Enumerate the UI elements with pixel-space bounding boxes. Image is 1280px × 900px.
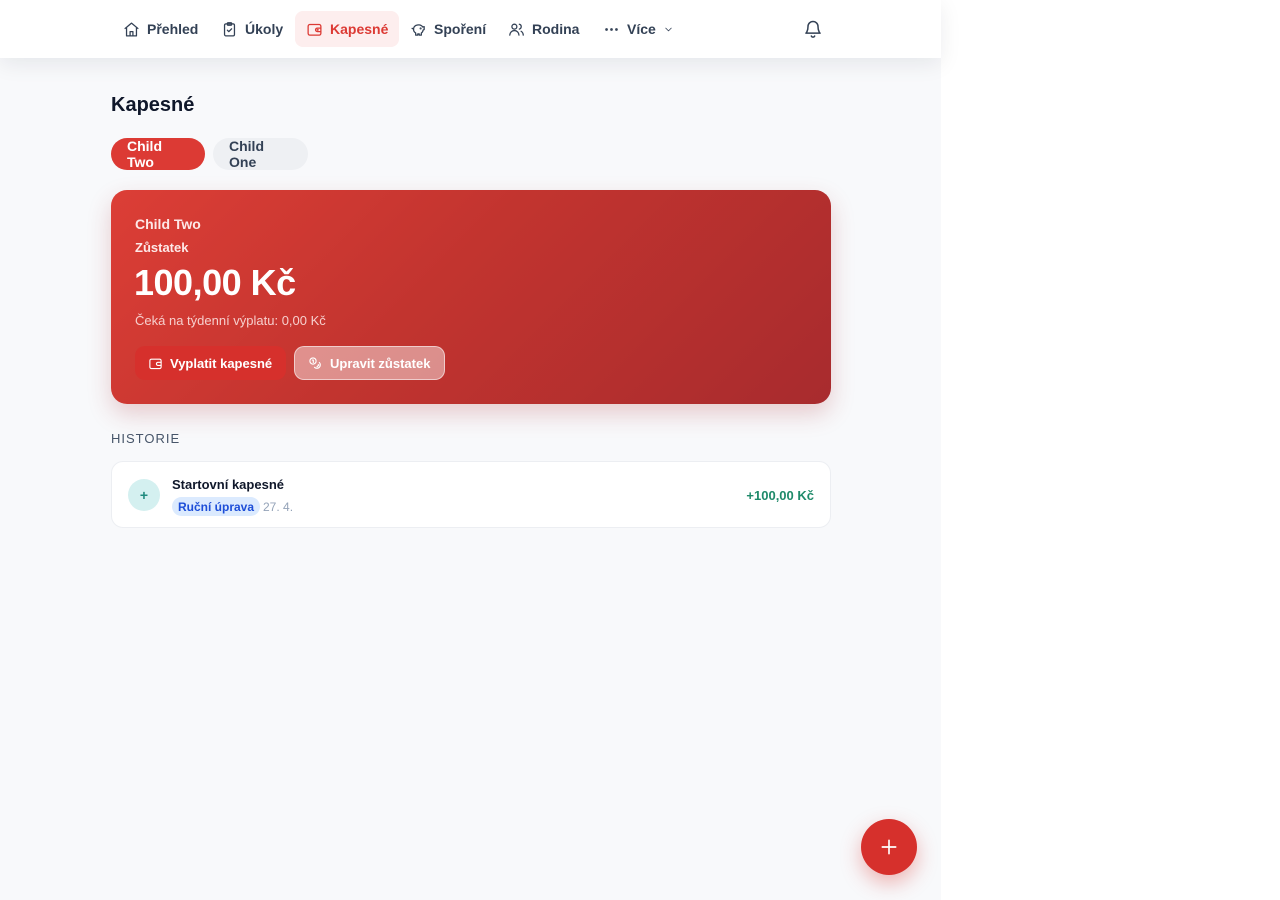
app-root: Přehled Úkoly Kapesné Spoření Rodina Víc…: [0, 0, 941, 900]
plus-icon: [881, 839, 897, 855]
nav-item-label: Úkoly: [245, 21, 284, 37]
nav-item-kapesne[interactable]: Kapesné: [295, 11, 400, 47]
balance-card: Child Two Zůstatek 100,00 Kč Čeká na týd…: [111, 190, 831, 404]
nav-item-label: Rodina: [532, 21, 580, 37]
edit-balance-label: Upravit zůstatek: [330, 355, 431, 371]
history-item-badge: Ruční úprava: [172, 497, 261, 516]
page-title: Kapesné: [111, 94, 195, 116]
more-dots-icon: [605, 27, 618, 31]
notifications-button[interactable]: [800, 16, 826, 42]
home-icon: [124, 21, 139, 37]
nav-item-vice[interactable]: Více: [592, 11, 685, 47]
balance-amount: 100,00 Kč: [134, 262, 296, 303]
nav-item-label: Kapesné: [330, 21, 389, 37]
history-item-amount: +100,00 Kč: [746, 488, 814, 503]
edit-balance-button[interactable]: Upravit zůstatek: [294, 346, 445, 380]
pending-payout-text: Čeká na týdenní výplatu: 0,00 Kč: [135, 313, 326, 328]
history-item-date: 27. 4.: [263, 500, 294, 514]
nav-item-ukoly[interactable]: Úkoly: [210, 11, 294, 47]
wallet-icon: [149, 358, 162, 369]
history-item-title: Startovní kapesné: [172, 477, 284, 492]
plus-icon: +: [128, 479, 160, 511]
add-fab-button[interactable]: [861, 819, 917, 875]
chevron-down-icon: [665, 27, 672, 31]
nav-item-prehled[interactable]: Přehled: [112, 11, 209, 47]
child-tab-child-one[interactable]: Child One: [213, 138, 308, 170]
clipboard-check-icon: [223, 21, 236, 37]
nav-item-label: Přehled: [147, 21, 199, 37]
pay-allowance-button[interactable]: Vyplatit kapesné: [135, 346, 286, 380]
coins-icon: [309, 356, 321, 369]
child-tab-child-two[interactable]: Child Two: [111, 138, 205, 170]
nav-item-label: Spoření: [434, 21, 487, 37]
balance-child-name: Child Two: [135, 216, 201, 232]
nav-item-sporeni[interactable]: Spoření: [399, 11, 497, 47]
bell-icon: [805, 20, 821, 38]
pay-allowance-label: Vyplatit kapesné: [170, 355, 273, 371]
users-icon: [509, 23, 524, 36]
top-navigation: Přehled Úkoly Kapesné Spoření Rodina Víc…: [0, 0, 941, 58]
balance-label: Zůstatek: [135, 240, 189, 255]
piggy-bank-icon: [411, 23, 425, 36]
nav-item-label: Více: [627, 21, 656, 37]
wallet-icon: [307, 23, 322, 36]
history-item[interactable]: + Startovní kapesné Ruční úprava 27. 4. …: [111, 461, 831, 528]
nav-item-rodina[interactable]: Rodina: [497, 11, 590, 47]
history-title: HISTORIE: [111, 431, 181, 446]
